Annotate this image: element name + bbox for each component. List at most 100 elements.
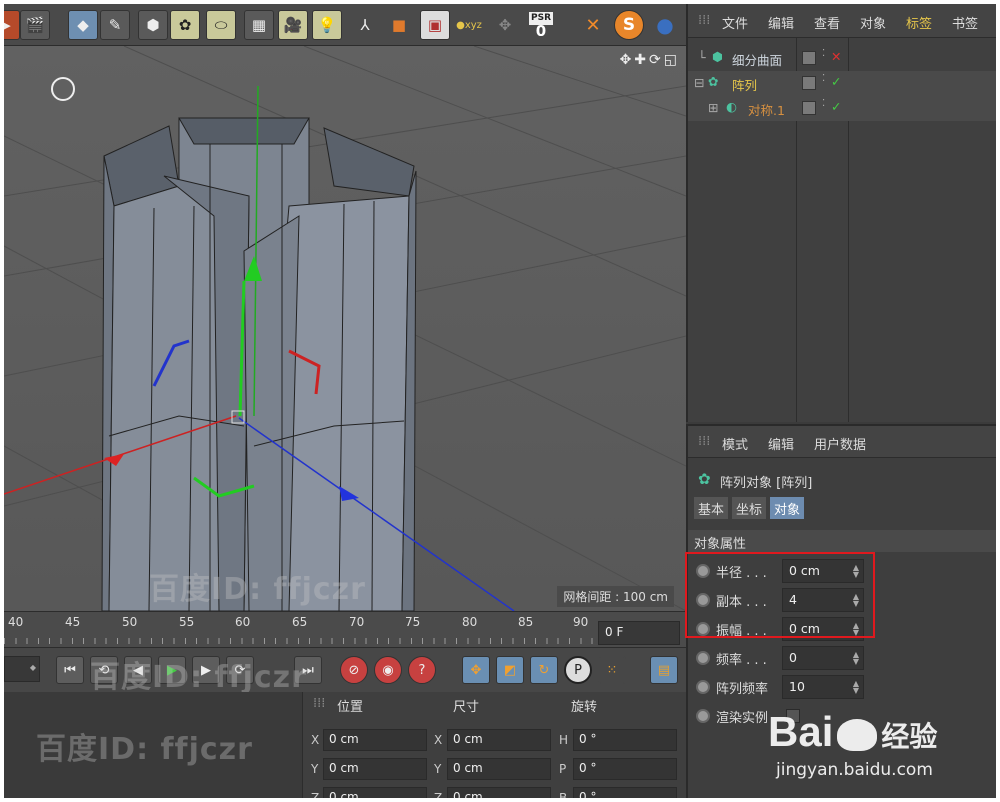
prop-label: 阵列频率 <box>716 682 769 697</box>
tree-line: └ <box>698 50 706 65</box>
object-name: 细分曲面 <box>732 53 783 68</box>
object-row-array[interactable]: ⊟ ✿ 阵列 ⁚ ✓ <box>688 71 996 96</box>
timeline-window-icon[interactable]: ▤ <box>650 656 678 684</box>
s-icon[interactable]: S <box>614 10 644 40</box>
clapper-icon[interactable]: 🎬 <box>20 10 50 40</box>
spinner-icon[interactable]: ▲ ▼ <box>853 680 859 695</box>
tick-label: 40 <box>8 615 24 629</box>
current-frame-field[interactable]: 0 F <box>598 621 680 645</box>
psr-indicator[interactable]: PSR 0 <box>524 10 558 40</box>
baidu-brand: Bai 经验 <box>768 708 937 756</box>
spinner-icon[interactable]: ▲ ▼ <box>853 651 859 666</box>
main-toolbar: ▶ 🎬 ◆ ✎ ⬢ ✿ ⬭ ▦ 🎥 💡 ⅄ ■ ▣ ●xyz ✥ PSR 0 ✕… <box>4 4 686 46</box>
visibility-tag[interactable] <box>802 101 816 115</box>
autokey-icon[interactable]: ◉ <box>374 656 402 684</box>
visibility-tag[interactable] <box>802 51 816 65</box>
parameter-key-icon[interactable]: P <box>564 656 592 684</box>
menu-edit[interactable]: 编辑 <box>768 434 794 453</box>
menu-file[interactable]: 文件 <box>722 13 748 32</box>
tab-coordinates[interactable]: 坐标 <box>732 497 767 519</box>
animate-radio[interactable] <box>696 651 710 665</box>
move-key-icon[interactable]: ✥ <box>462 656 490 684</box>
point-level-icon[interactable]: ⁙ <box>598 656 626 684</box>
animate-radio[interactable] <box>696 680 710 694</box>
menu-object[interactable]: 对象 <box>860 13 886 32</box>
material-manager-panel: 百度ID: ffjczr <box>4 692 302 798</box>
dots-icon[interactable]: ⁚ <box>822 48 825 59</box>
cube-icon[interactable]: ◆ <box>68 10 98 40</box>
paw-icon <box>837 718 878 751</box>
record-icon[interactable]: ⊘ <box>340 656 368 684</box>
object-row-subdivision[interactable]: └ ⬢ 细分曲面 ⁚ ✕ <box>688 46 996 71</box>
rotate-key-icon[interactable]: ↻ <box>530 656 558 684</box>
deformer-icon[interactable]: ⬭ <box>206 10 236 40</box>
size-x-field[interactable]: 0 cm <box>447 729 551 751</box>
menu-user-data[interactable]: 用户数据 <box>814 434 866 453</box>
position-z-field[interactable]: 0 cm <box>323 787 427 798</box>
array-icon: ✿ <box>698 470 711 488</box>
subdivision-icon[interactable]: ⬢ <box>138 10 168 40</box>
3d-viewport[interactable]: ✥✚⟳◱ 百度ID: ffjczr 网格间距 : 100 cm <box>4 46 686 611</box>
menu-view[interactable]: 查看 <box>814 13 840 32</box>
prop-value: 0 <box>789 650 797 665</box>
axis-label: X <box>434 733 443 747</box>
disabled-x-icon[interactable]: ✕ <box>831 49 841 64</box>
spread-icon[interactable]: ✕ <box>578 10 608 40</box>
array-icon[interactable]: ✿ <box>170 10 200 40</box>
render-icon[interactable]: ▶ <box>4 10 20 40</box>
animate-radio[interactable] <box>696 709 710 723</box>
texture-icon[interactable]: ▣ <box>420 10 450 40</box>
viewport-nav-icons[interactable]: ✥✚⟳◱ <box>620 52 680 68</box>
rotation-p-field[interactable]: 0 ° <box>573 758 677 780</box>
array-icon: ✿ <box>708 74 719 89</box>
menu-edit[interactable]: 编辑 <box>768 13 794 32</box>
light-icon[interactable]: 💡 <box>312 10 342 40</box>
axis-label: P <box>559 762 567 776</box>
subdivision-icon: ⬢ <box>712 49 723 64</box>
rotation-b-field[interactable]: 0 ° <box>573 787 677 798</box>
object-name: 对称.1 <box>748 103 785 118</box>
xyz-icon[interactable]: ●xyz <box>454 10 484 40</box>
go-to-start-button[interactable]: ⏮ <box>56 656 84 684</box>
pen-icon[interactable]: ✎ <box>100 10 130 40</box>
size-y-field[interactable]: 0 cm <box>447 758 551 780</box>
enabled-check-icon[interactable]: ✓ <box>831 99 841 114</box>
array-frequency-field[interactable]: 10 ▲ ▼ <box>782 675 864 699</box>
python-icon[interactable]: ● <box>650 10 680 40</box>
visibility-tag[interactable] <box>802 76 816 90</box>
axis-icon[interactable]: ⅄ <box>350 10 380 40</box>
watermark-text: 百度ID: ffjczr <box>149 572 366 607</box>
tab-basic[interactable]: 基本 <box>694 497 729 519</box>
prop-value: 10 <box>789 679 805 694</box>
tab-object[interactable]: 对象 <box>770 497 805 519</box>
playback-controls: ◆ ⏮ ⟲ ◀ ▶ ▶ ⟳ ⏭ ⊘ ◉ ? ✥ ◩ ↻ P ⁙ ▤ 百度ID: … <box>4 647 686 695</box>
menu-tags[interactable]: 标签 <box>906 13 932 32</box>
position-x-field[interactable]: 0 cm <box>323 729 427 751</box>
end-frame-field[interactable]: ◆ <box>4 656 40 682</box>
scale-key-icon[interactable]: ◩ <box>496 656 524 684</box>
lock-icon[interactable]: ✥ <box>490 10 520 40</box>
position-y-field[interactable]: 0 cm <box>323 758 427 780</box>
position-header: 位置 <box>337 700 364 715</box>
enabled-check-icon[interactable]: ✓ <box>831 74 841 89</box>
object-row-symmetry[interactable]: ⊞ ◐ 对称.1 ⁚ ✓ <box>688 96 996 121</box>
expand-icon[interactable]: ⊞ <box>708 100 718 115</box>
menu-mode[interactable]: 模式 <box>722 434 748 453</box>
dots-icon[interactable]: ⁚ <box>822 98 825 109</box>
prop-array-frequency: 阵列频率 10 ▲ ▼ <box>694 674 994 700</box>
size-z-field[interactable]: 0 cm <box>447 787 551 798</box>
floor-icon[interactable]: ▦ <box>244 10 274 40</box>
attribute-title: 阵列对象 [阵列] <box>720 476 813 491</box>
tick-label: 50 <box>122 615 138 629</box>
collapse-icon[interactable]: ⊟ <box>694 75 704 90</box>
frequency-field[interactable]: 0 ▲ ▼ <box>782 646 864 670</box>
menu-bookmarks[interactable]: 书签 <box>952 13 978 32</box>
box-icon[interactable]: ■ <box>384 10 414 40</box>
rotation-h-field[interactable]: 0 ° <box>573 729 677 751</box>
coordinate-manager: ⁞⁞⁞ 位置 尺寸 旋转 X 0 cm X 0 cm H 0 ° Y 0 cm … <box>302 692 686 798</box>
dots-icon[interactable]: ⁚ <box>822 73 825 84</box>
attribute-menu: ⁞⁞⁞ 模式 编辑 用户数据 <box>688 426 996 458</box>
camera-icon[interactable]: 🎥 <box>278 10 308 40</box>
keyframe-help-icon[interactable]: ? <box>408 656 436 684</box>
timeline-ruler[interactable]: 40 45 50 55 60 65 70 75 80 85 90 0 F <box>4 611 686 647</box>
